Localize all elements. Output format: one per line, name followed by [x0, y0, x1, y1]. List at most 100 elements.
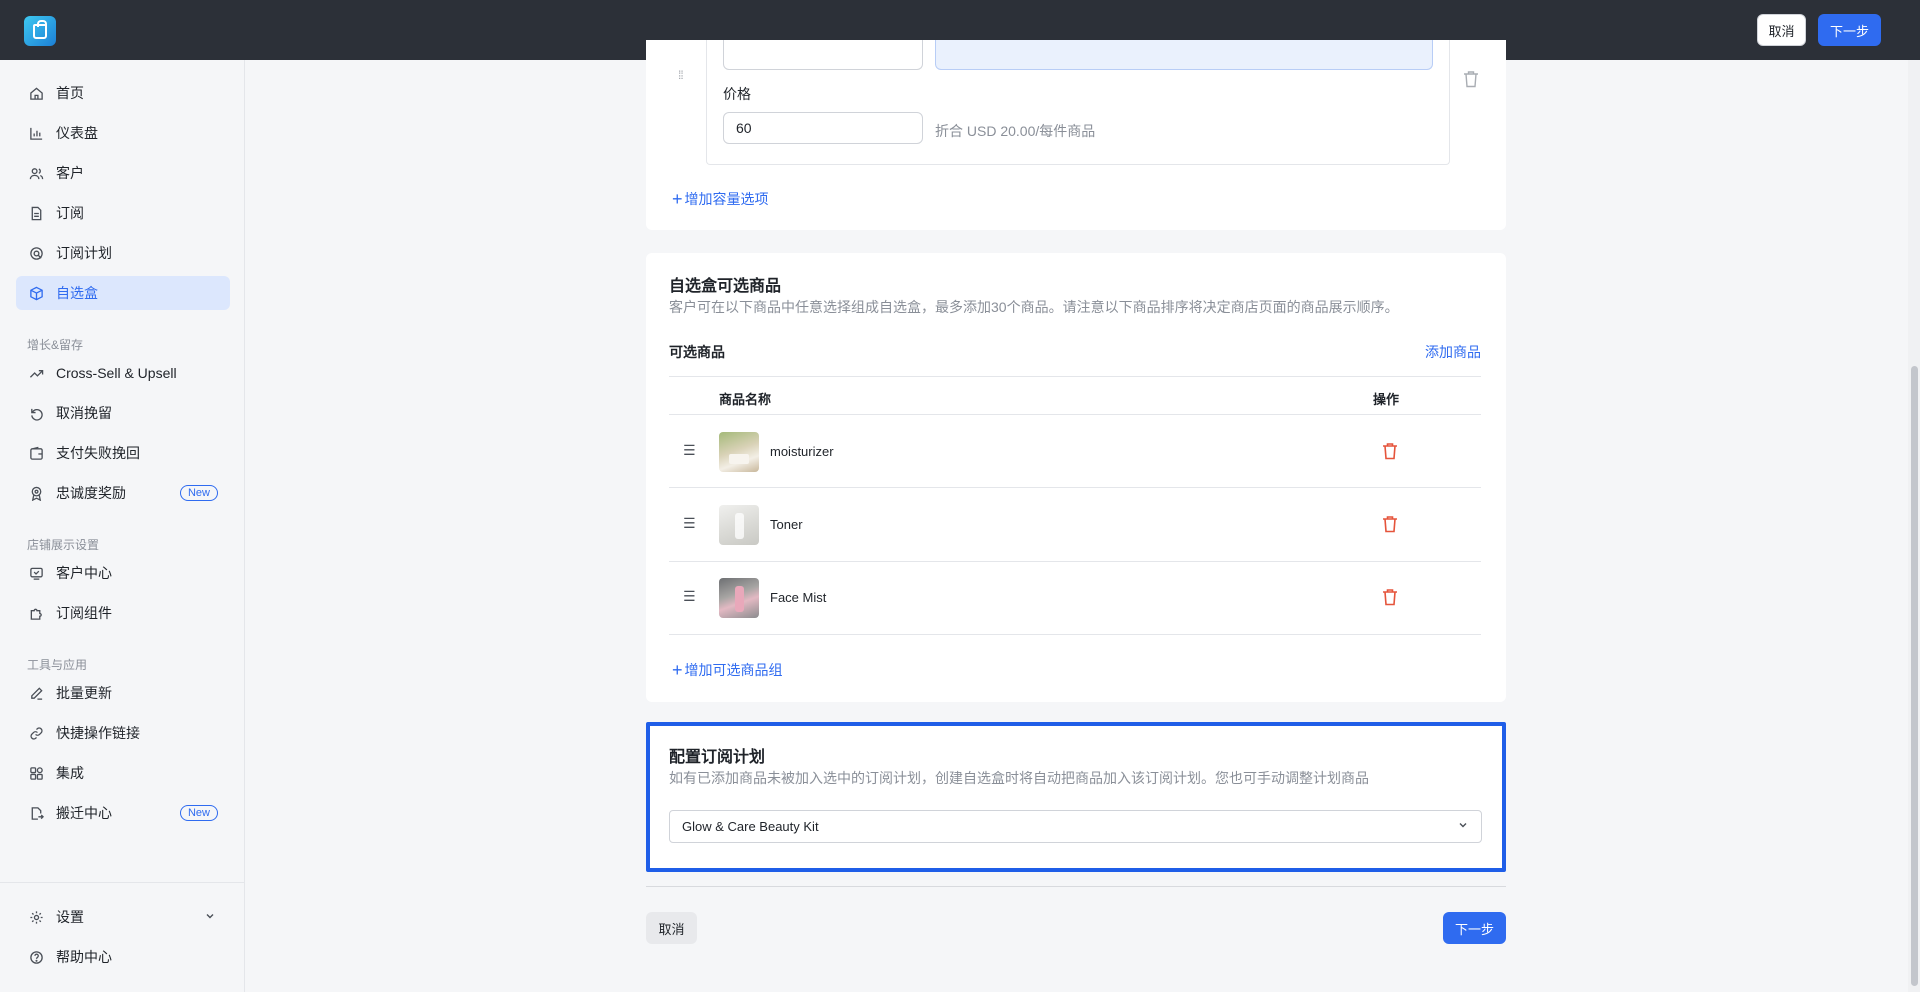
cancel-button[interactable]: 取消 [646, 912, 697, 944]
sidebar-item-widget[interactable]: 订阅组件 [16, 596, 230, 630]
plan-title: 配置订阅计划 [669, 749, 766, 766]
plan-icon [28, 245, 44, 261]
sidebar-item-label: 自选盒 [56, 285, 98, 301]
sidebar-item-custom-box[interactable]: 自选盒 [16, 276, 230, 310]
sidebar-item-quick-links[interactable]: 快捷操作链接 [16, 716, 230, 750]
gear-icon [28, 909, 44, 925]
trend-up-icon [28, 365, 44, 381]
new-badge: New [179, 485, 218, 501]
footer-divider [646, 886, 1506, 887]
sidebar-item-label: 忠诚度奖励 [56, 485, 126, 501]
product-thumbnail [719, 432, 759, 472]
plan-description: 如有已添加商品未被加入选中的订阅计划，创建自选盒时将自动把商品加入该订阅计划。您… [669, 770, 1369, 786]
document-icon [28, 205, 44, 221]
sidebar-item-label: 支付失败挽回 [56, 445, 140, 461]
sidebar-item-migration[interactable]: 搬迁中心 New [16, 796, 230, 830]
plus-icon: + [672, 189, 683, 209]
sidebar-item-label: Cross-Sell & Upsell [56, 365, 177, 381]
sidebar-item-label: 首页 [56, 85, 84, 101]
plan-card [646, 722, 1506, 872]
box-icon [28, 285, 44, 301]
sidebar-item-label: 仪表盘 [56, 125, 98, 141]
section-label-store: 店铺展示设置 [27, 538, 100, 552]
next-button[interactable]: 下一步 [1443, 912, 1506, 944]
product-name: moisturizer [770, 444, 834, 459]
add-product-group-label: 增加可选商品组 [684, 662, 783, 678]
sidebar-item-label: 设置 [56, 909, 84, 925]
grid-icon [28, 765, 44, 781]
sidebar-item-label: 搬迁中心 [56, 805, 112, 821]
sidebar-item-retention[interactable]: 取消挽留 [16, 396, 230, 430]
bar-chart-icon [28, 125, 44, 141]
section-label-growth: 增长&留存 [27, 338, 84, 352]
sidebar-item-help[interactable]: 帮助中心 [16, 940, 230, 974]
drag-handle-icon[interactable]: ⁞⁞ [678, 69, 688, 81]
sidebar-item-bulk-update[interactable]: 批量更新 [16, 676, 230, 710]
add-capacity-option-label: 增加容量选项 [684, 191, 769, 207]
sidebar-item-payment-recovery[interactable]: 支付失败挽回 [16, 436, 230, 470]
sidebar-item-customer-portal[interactable]: 客户中心 [16, 556, 230, 590]
price-hint: 折合 USD 20.00/每件商品 [935, 123, 1096, 139]
sidebar-item-label: 订阅组件 [56, 605, 112, 621]
divider [669, 487, 1481, 488]
capacity-selection-field[interactable] [935, 40, 1433, 70]
top-next-button[interactable]: 下一步 [1818, 14, 1881, 46]
row-drag-handle-icon[interactable]: ☰ [683, 515, 696, 532]
price-input[interactable]: 60 [723, 112, 923, 144]
migrate-icon [28, 805, 44, 821]
sidebar-item-plans[interactable]: 订阅计划 [16, 236, 230, 270]
row-drag-handle-icon[interactable]: ☰ [683, 442, 696, 459]
plus-icon: + [672, 660, 683, 680]
help-icon [28, 949, 44, 965]
portal-icon [28, 565, 44, 581]
price-label: 价格 [723, 86, 751, 102]
sidebar-item-label: 订阅计划 [56, 245, 112, 261]
plan-select[interactable]: Glow & Care Beauty Kit [669, 810, 1482, 843]
home-icon [28, 85, 44, 101]
capacity-quantity-input[interactable] [723, 40, 923, 70]
product-thumbnail [719, 578, 759, 618]
sidebar-item-home[interactable]: 首页 [16, 76, 230, 110]
app-logo-icon[interactable] [24, 16, 56, 46]
link-icon [28, 725, 44, 741]
products-description: 客户可在以下商品中任意选择组成自选盒，最多添加30个商品。请注意以下商品排序将决… [669, 299, 1399, 315]
undo-icon [28, 405, 44, 421]
sidebar: 首页 仪表盘 客户 订阅 订阅计划 自选盒 增长&留存 Cross-Sell &… [0, 60, 245, 992]
pencil-icon [28, 685, 44, 701]
delete-icon[interactable] [1382, 588, 1398, 611]
delete-icon[interactable] [1382, 442, 1398, 465]
chevron-down-icon [204, 909, 216, 925]
scrollbar-thumb[interactable] [1911, 366, 1918, 986]
row-drag-handle-icon[interactable]: ☰ [683, 588, 696, 605]
add-product-group-link[interactable]: + 增加可选商品组 [672, 660, 783, 680]
sidebar-item-settings[interactable]: 设置 [16, 900, 230, 934]
trash-icon[interactable] [1463, 70, 1479, 93]
delete-icon[interactable] [1382, 515, 1398, 538]
divider [669, 561, 1481, 562]
sidebar-item-subscriptions[interactable]: 订阅 [16, 196, 230, 230]
sidebar-item-customers[interactable]: 客户 [16, 156, 230, 190]
sidebar-item-label: 集成 [56, 765, 84, 781]
add-product-link[interactable]: 添加商品 [1425, 342, 1481, 362]
sidebar-item-label: 客户中心 [56, 565, 112, 581]
sidebar-item-label: 批量更新 [56, 685, 112, 701]
product-name: Face Mist [770, 590, 827, 605]
column-header-actions: 操作 [1373, 392, 1400, 407]
top-cancel-button[interactable]: 取消 [1757, 14, 1806, 46]
add-capacity-option-link[interactable]: + 增加容量选项 [672, 189, 769, 209]
sidebar-item-label: 帮助中心 [56, 949, 112, 965]
sidebar-item-dashboard[interactable]: 仪表盘 [16, 116, 230, 150]
users-icon [28, 165, 44, 181]
sidebar-item-label: 快捷操作链接 [56, 725, 140, 741]
products-title: 自选盒可选商品 [669, 278, 782, 295]
wallet-icon [28, 445, 44, 461]
sidebar-item-cross-sell[interactable]: Cross-Sell & Upsell [16, 356, 230, 390]
sidebar-item-label: 取消挽留 [56, 405, 112, 421]
product-thumbnail [719, 505, 759, 545]
section-label-tools: 工具与应用 [27, 658, 88, 672]
divider [669, 376, 1481, 377]
sidebar-item-integrations[interactable]: 集成 [16, 756, 230, 790]
sidebar-item-loyalty[interactable]: 忠诚度奖励 New [16, 476, 230, 510]
sidebar-divider [0, 882, 245, 883]
award-icon [28, 485, 44, 501]
